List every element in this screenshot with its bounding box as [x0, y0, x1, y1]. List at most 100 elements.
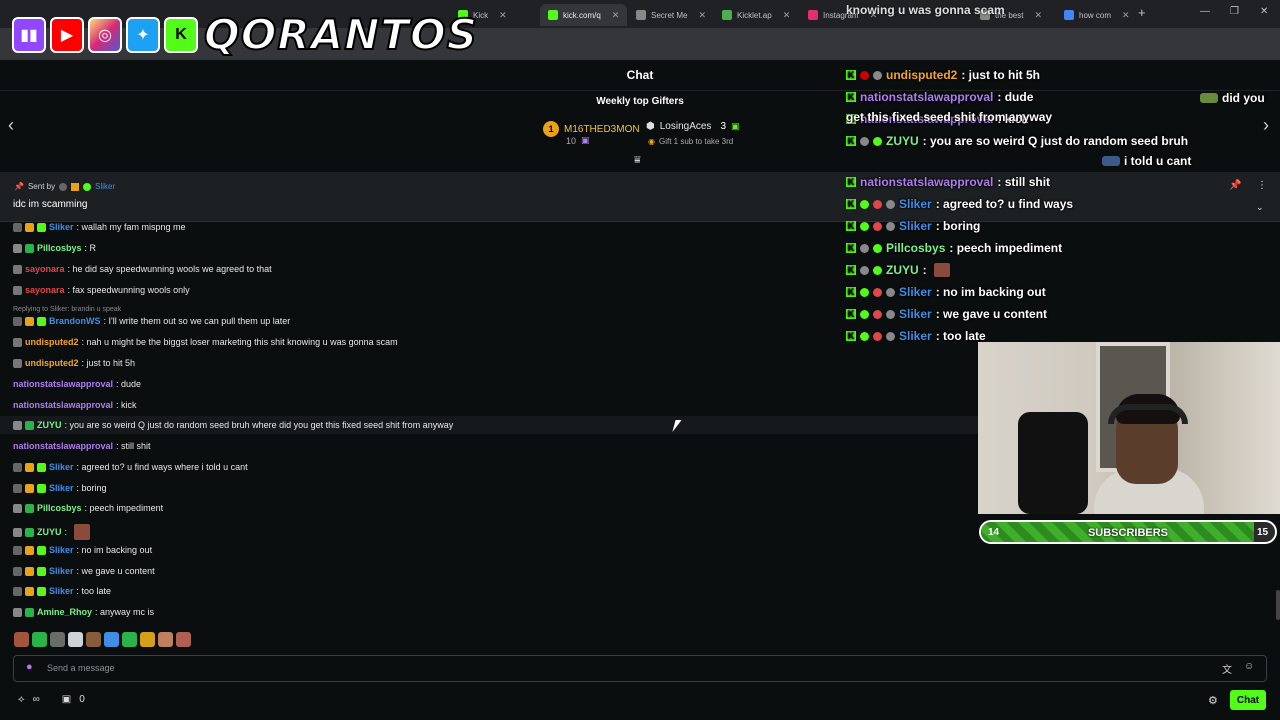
overlay-chat-message: Kundisputed2: just to hit 5h	[846, 68, 1040, 82]
chat-send-button[interactable]: Chat	[1230, 690, 1266, 710]
user-badge-icon	[13, 462, 22, 472]
close-tab-icon[interactable]: ✕	[1122, 10, 1130, 21]
collapse-pinned-icon[interactable]: ⩸	[634, 154, 641, 167]
top-gifter-2[interactable]: ⬢ LosingAces 3 ▣	[646, 121, 740, 132]
pinned-username[interactable]: Sliker	[95, 182, 115, 191]
infinity-icon[interactable]: ∞	[33, 694, 40, 705]
chat-message[interactable]: Sliker: boring	[13, 483, 107, 493]
overlay-partial-message: knowing u was gonna scam	[846, 3, 1005, 17]
chat-message[interactable]: nationstatslawapproval: kick	[13, 400, 137, 410]
chat-message[interactable]: Sliker: no im backing out	[13, 545, 152, 555]
chat-scrollbar[interactable]	[1276, 590, 1280, 620]
kick-icon: K	[846, 136, 856, 146]
browser-tab[interactable]: Secret Me ✕	[628, 4, 714, 26]
chat-username[interactable]: Sliker	[49, 222, 74, 232]
gift-box-icon[interactable]: ▣	[62, 694, 71, 705]
emote-icon[interactable]	[140, 632, 155, 647]
badge-icon	[59, 182, 68, 191]
chat-username[interactable]: nationstatslawapproval	[13, 441, 113, 451]
chat-message[interactable]: Sliker: we gave u content	[13, 566, 155, 576]
chat-username[interactable]: ZUYU	[37, 527, 62, 537]
overlay-chat-message: K Pillcosbys: peech impediment	[846, 241, 1062, 255]
chat-message[interactable]: nationstatslawapproval: still shit	[13, 441, 151, 451]
gift-sub-cta[interactable]: ◉ Gift 1 sub to take 3rd	[648, 137, 733, 146]
chat-message[interactable]: undisputed2: nah u might be the biggst l…	[13, 337, 398, 347]
close-tab-icon[interactable]: ✕	[698, 10, 706, 21]
send-message-input[interactable]	[13, 655, 1267, 682]
chat-username[interactable]: undisputed2	[25, 358, 79, 368]
chat-message[interactable]: Amine_Rhoy: anyway mc is	[13, 607, 154, 617]
tab-label: kick.com/q	[563, 10, 601, 20]
user-badge-icon	[873, 221, 882, 231]
overlay-emote-continuation: i told u cant	[1102, 154, 1191, 168]
chat-username[interactable]: Sliker	[49, 545, 74, 555]
gifter-name: LosingAces	[659, 121, 712, 132]
overlay-username: undisputed2	[886, 68, 958, 82]
emote-icon[interactable]	[32, 632, 47, 647]
chat-username[interactable]: undisputed2	[25, 337, 79, 347]
twitter-icon: ✦	[126, 16, 160, 53]
gifters-next-arrow-icon[interactable]: ›	[1263, 115, 1269, 136]
close-tab-icon[interactable]: ✕	[1034, 10, 1042, 21]
emote-icon[interactable]	[122, 632, 137, 647]
chat-message[interactable]: Pillcosbys: R	[13, 243, 96, 253]
chat-message[interactable]: nationstatslawapproval: dude	[13, 379, 141, 389]
close-tab-icon[interactable]: ✕	[783, 10, 791, 21]
top-gifter-1[interactable]: 1 M16THED3MON	[543, 121, 640, 137]
stream-socials-logo: ▮▮ ▶ ◎ ✦ K QORANTOS	[12, 9, 478, 60]
maximize-icon[interactable]: ❐	[1230, 6, 1239, 17]
close-tab-icon[interactable]: ✕	[499, 10, 507, 21]
chat-message[interactable]: BrandonWS: I'll write them out so we can…	[13, 316, 290, 326]
chat-username[interactable]: Amine_Rhoy	[37, 607, 92, 617]
close-tab-icon[interactable]: ✕	[612, 10, 620, 21]
chat-message[interactable]: ZUYU: you are so weird Q just do random …	[13, 420, 453, 430]
emote-icon[interactable]	[104, 632, 119, 647]
chat-message[interactable]: Sliker: wallah my fam mispng me	[13, 222, 186, 232]
browser-tab[interactable]: how com ✕	[1056, 4, 1138, 26]
chat-message[interactable]: ZUYU:	[13, 524, 91, 540]
emote-icon[interactable]	[68, 632, 83, 647]
chat-username[interactable]: nationstatslawapproval	[13, 379, 113, 389]
emote-icon[interactable]	[14, 632, 29, 647]
chat-username[interactable]: sayonara	[25, 264, 65, 274]
chat-username[interactable]: BrandonWS	[49, 316, 101, 326]
chat-message[interactable]: sayonara: fax speedwunning wools only	[13, 285, 190, 295]
chat-username[interactable]: nationstatslawapproval	[13, 400, 113, 410]
chat-username[interactable]: Pillcosbys	[37, 503, 82, 513]
chat-settings-gear-icon[interactable]: ⚙	[1208, 694, 1218, 707]
points-icon[interactable]: ⟡	[18, 694, 25, 705]
translate-icon[interactable]: 文	[1222, 661, 1232, 676]
chat-message[interactable]: sayonara: he did say speedwunning wools …	[13, 264, 272, 274]
chat-username[interactable]: ZUYU	[37, 420, 62, 430]
chat-username[interactable]: sayonara	[25, 285, 65, 295]
browser-tab[interactable]: kick.com/q ✕	[540, 4, 628, 26]
emoji-icon[interactable]: ☺	[1244, 661, 1254, 672]
more-options-icon[interactable]: ⋮	[1257, 180, 1267, 191]
overlay-message-text: : no im backing out	[935, 285, 1046, 299]
chat-username[interactable]: Pillcosbys	[37, 243, 82, 253]
minimize-icon[interactable]: —	[1200, 6, 1210, 17]
chat-message[interactable]: Sliker: agreed to? u find ways where i t…	[13, 462, 248, 472]
emote-icon[interactable]	[158, 632, 173, 647]
chat-username[interactable]: Sliker	[49, 483, 74, 493]
kick-icon: K	[846, 243, 856, 253]
microphone-icon[interactable]: ●	[26, 661, 33, 673]
gifters-prev-arrow-icon[interactable]: ‹	[8, 115, 14, 136]
pinned-sent-by: 📌 Sent by Sliker	[14, 182, 115, 191]
browser-tab[interactable]: Kicklet.ap ✕	[714, 4, 798, 26]
chat-username[interactable]: Sliker	[49, 462, 74, 472]
emote-icon[interactable]	[176, 632, 191, 647]
emote-icon[interactable]	[50, 632, 65, 647]
chat-message[interactable]: Pillcosbys: peech impediment	[13, 503, 163, 513]
chat-message[interactable]: undisputed2: just to hit 5h	[13, 358, 135, 368]
chat-message[interactable]: Sliker: too late	[13, 586, 111, 596]
pin-icon[interactable]: 📌	[1229, 180, 1241, 191]
overlay-message-text: get this fixed seed shit from anyway	[846, 110, 1053, 124]
new-tab-button[interactable]: +	[1138, 5, 1146, 20]
chat-username[interactable]: Sliker	[49, 566, 74, 576]
sent-by-label: Sent by	[27, 182, 56, 191]
chevron-down-icon[interactable]: ⌄	[1256, 202, 1264, 213]
chat-username[interactable]: Sliker	[49, 586, 74, 596]
close-window-icon[interactable]: ✕	[1260, 6, 1268, 17]
emote-icon[interactable]	[86, 632, 101, 647]
